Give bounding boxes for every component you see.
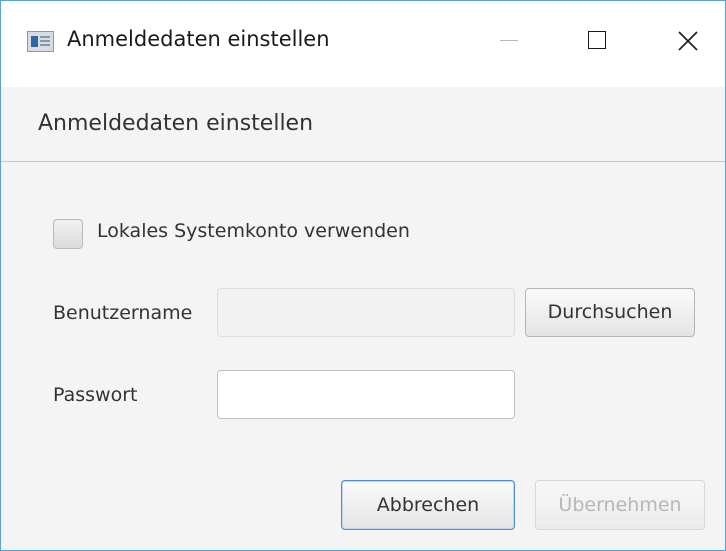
dialog-header: Anmeldedaten einstellen xyxy=(1,87,725,162)
local-account-label[interactable]: Lokales Systemkonto verwenden xyxy=(97,220,410,242)
browse-button[interactable]: Durchsuchen xyxy=(525,288,695,337)
window-title: Anmeldedaten einstellen xyxy=(67,27,330,51)
title-bar[interactable]: Anmeldedaten einstellen xyxy=(1,1,725,87)
minimize-button[interactable] xyxy=(487,19,533,63)
app-window-icon xyxy=(27,31,54,52)
minimize-icon xyxy=(500,40,518,41)
local-account-checkbox[interactable] xyxy=(53,219,83,249)
password-field[interactable] xyxy=(217,370,515,419)
cancel-button[interactable]: Abbrechen xyxy=(341,480,515,530)
close-icon xyxy=(678,31,698,51)
header-title: Anmeldedaten einstellen xyxy=(38,111,314,136)
username-field[interactable] xyxy=(217,288,515,337)
close-button[interactable] xyxy=(665,19,711,63)
maximize-button[interactable] xyxy=(577,19,623,63)
dialog-window: Anmeldedaten einstellen Anmeldedaten ein… xyxy=(0,0,726,551)
apply-button[interactable]: Übernehmen xyxy=(535,480,705,530)
dialog-content: Lokales Systemkonto verwenden Benutzerna… xyxy=(1,162,725,550)
password-label: Passwort xyxy=(53,384,138,406)
username-label: Benutzername xyxy=(53,302,193,324)
maximize-icon xyxy=(588,31,606,49)
